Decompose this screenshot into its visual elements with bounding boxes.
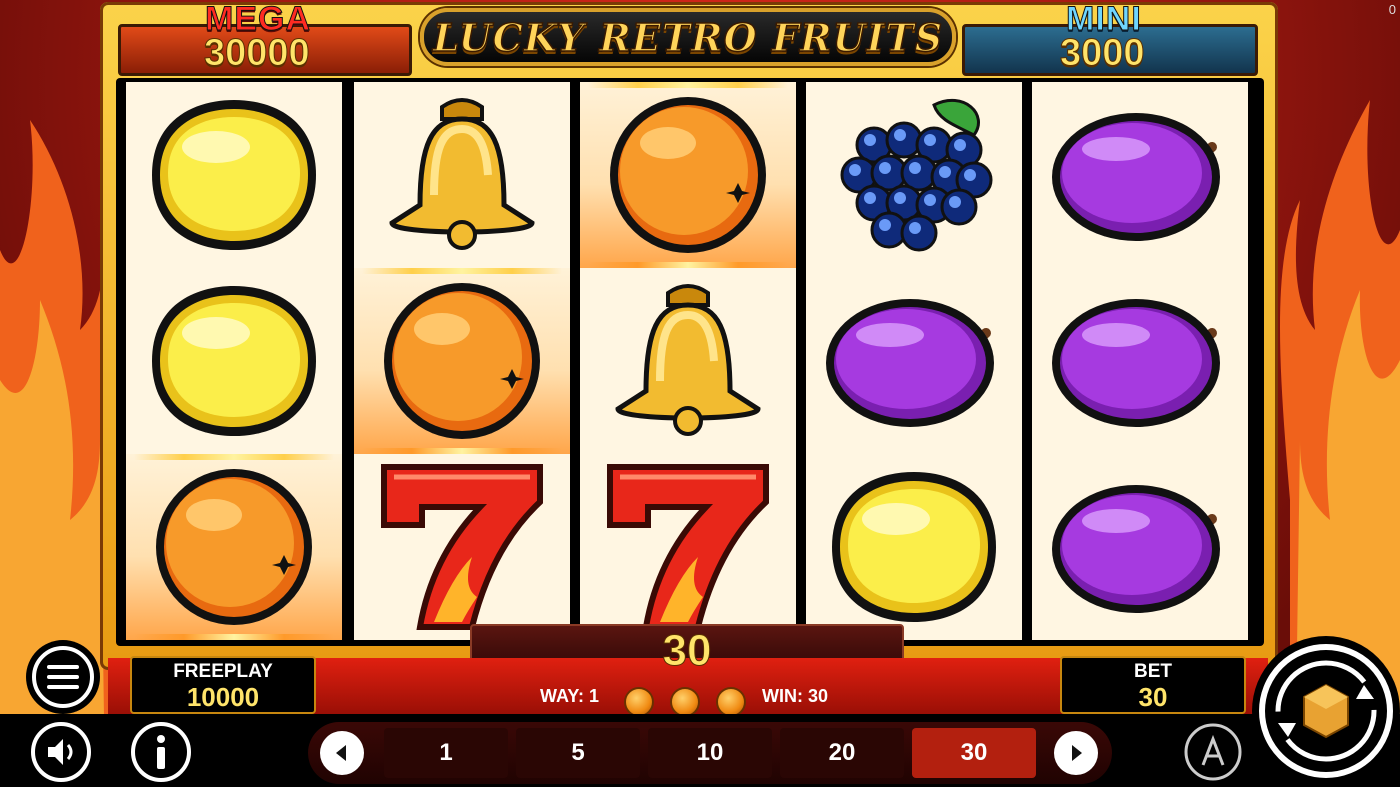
lemon-symbol-icon <box>134 85 334 270</box>
reel-cell <box>580 454 796 640</box>
orange-symbol-icon <box>134 457 334 642</box>
corner-counter: 0 <box>1388 2 1396 17</box>
bet-option-20[interactable]: 20 <box>780 728 904 778</box>
win-text: WIN: 30 <box>762 686 829 706</box>
way-indicator-dot <box>670 687 700 717</box>
bet-option-1[interactable]: 1 <box>384 728 508 778</box>
plum-symbol-icon <box>1040 457 1240 642</box>
bet-option-5[interactable]: 5 <box>516 728 640 778</box>
spin-icon <box>1259 644 1393 778</box>
reel-3 <box>580 82 796 640</box>
bet-prev-button[interactable] <box>320 731 364 775</box>
freeplay-label: FREEPLAY <box>173 661 273 682</box>
reel-2 <box>354 82 570 640</box>
seven-symbol-icon <box>362 457 562 642</box>
reel-cell <box>126 82 342 268</box>
bell-symbol-icon <box>362 85 562 270</box>
bet-box: BET 30 <box>1060 656 1246 714</box>
reel-cell <box>1032 454 1248 640</box>
reel-cell <box>580 82 796 268</box>
seven-symbol-icon <box>588 457 788 642</box>
info-button[interactable] <box>126 718 196 786</box>
plum-symbol-icon <box>814 271 1014 456</box>
sound-button[interactable] <box>26 718 96 786</box>
reel-cell <box>126 268 342 454</box>
right-arrow-icon <box>1072 745 1082 761</box>
freeplay-value: 10000 <box>186 682 260 712</box>
way-count: WAY: 1 <box>540 686 600 706</box>
reel-5 <box>1032 82 1248 640</box>
reel-cell <box>806 454 1022 640</box>
bet-option-10[interactable]: 10 <box>648 728 772 778</box>
orange-symbol-icon <box>362 271 562 456</box>
reel-cell <box>354 82 570 268</box>
bet-label: BET <box>1134 661 1172 682</box>
spin-button[interactable] <box>1252 636 1400 786</box>
grapes-symbol-icon <box>814 85 1014 270</box>
freeplay-box: FREEPLAY 10000 <box>130 656 316 714</box>
reel-cell <box>580 268 796 454</box>
lemon-symbol-icon <box>134 271 334 456</box>
bet-option-30[interactable]: 30 <box>912 728 1036 778</box>
way-indicator-dot <box>624 687 654 717</box>
reel-cell <box>1032 82 1248 268</box>
reel-cell <box>1032 268 1248 454</box>
reel-cell <box>126 454 342 640</box>
way-indicator-dot <box>716 687 746 717</box>
mega-jackpot-value: 30000 <box>204 32 311 75</box>
info-icon <box>131 722 191 782</box>
autoplay-button[interactable] <box>1178 718 1248 786</box>
plum-symbol-icon <box>1040 85 1240 270</box>
mini-jackpot-value: 3000 <box>1060 32 1146 75</box>
lemon-symbol-icon <box>814 457 1014 642</box>
reel-1 <box>126 82 342 640</box>
orange-symbol-icon <box>588 85 788 270</box>
sound-icon <box>31 722 91 782</box>
plum-symbol-icon <box>1040 271 1240 456</box>
game-logo: LUCKY RETRO FRUITS <box>432 14 944 61</box>
left-arrow-icon <box>336 745 346 761</box>
menu-icon <box>32 646 94 708</box>
reel-cell <box>354 268 570 454</box>
bet-value: 30 <box>1138 682 1168 712</box>
reel-cell <box>354 454 570 640</box>
reel-4 <box>806 82 1022 640</box>
reel-cell <box>806 268 1022 454</box>
reel-cell <box>806 82 1022 268</box>
menu-button[interactable] <box>26 640 100 714</box>
win-amount: 30 <box>662 626 712 676</box>
autoplay-icon <box>1184 723 1242 781</box>
bell-symbol-icon <box>588 271 788 456</box>
bet-next-button[interactable] <box>1054 731 1098 775</box>
